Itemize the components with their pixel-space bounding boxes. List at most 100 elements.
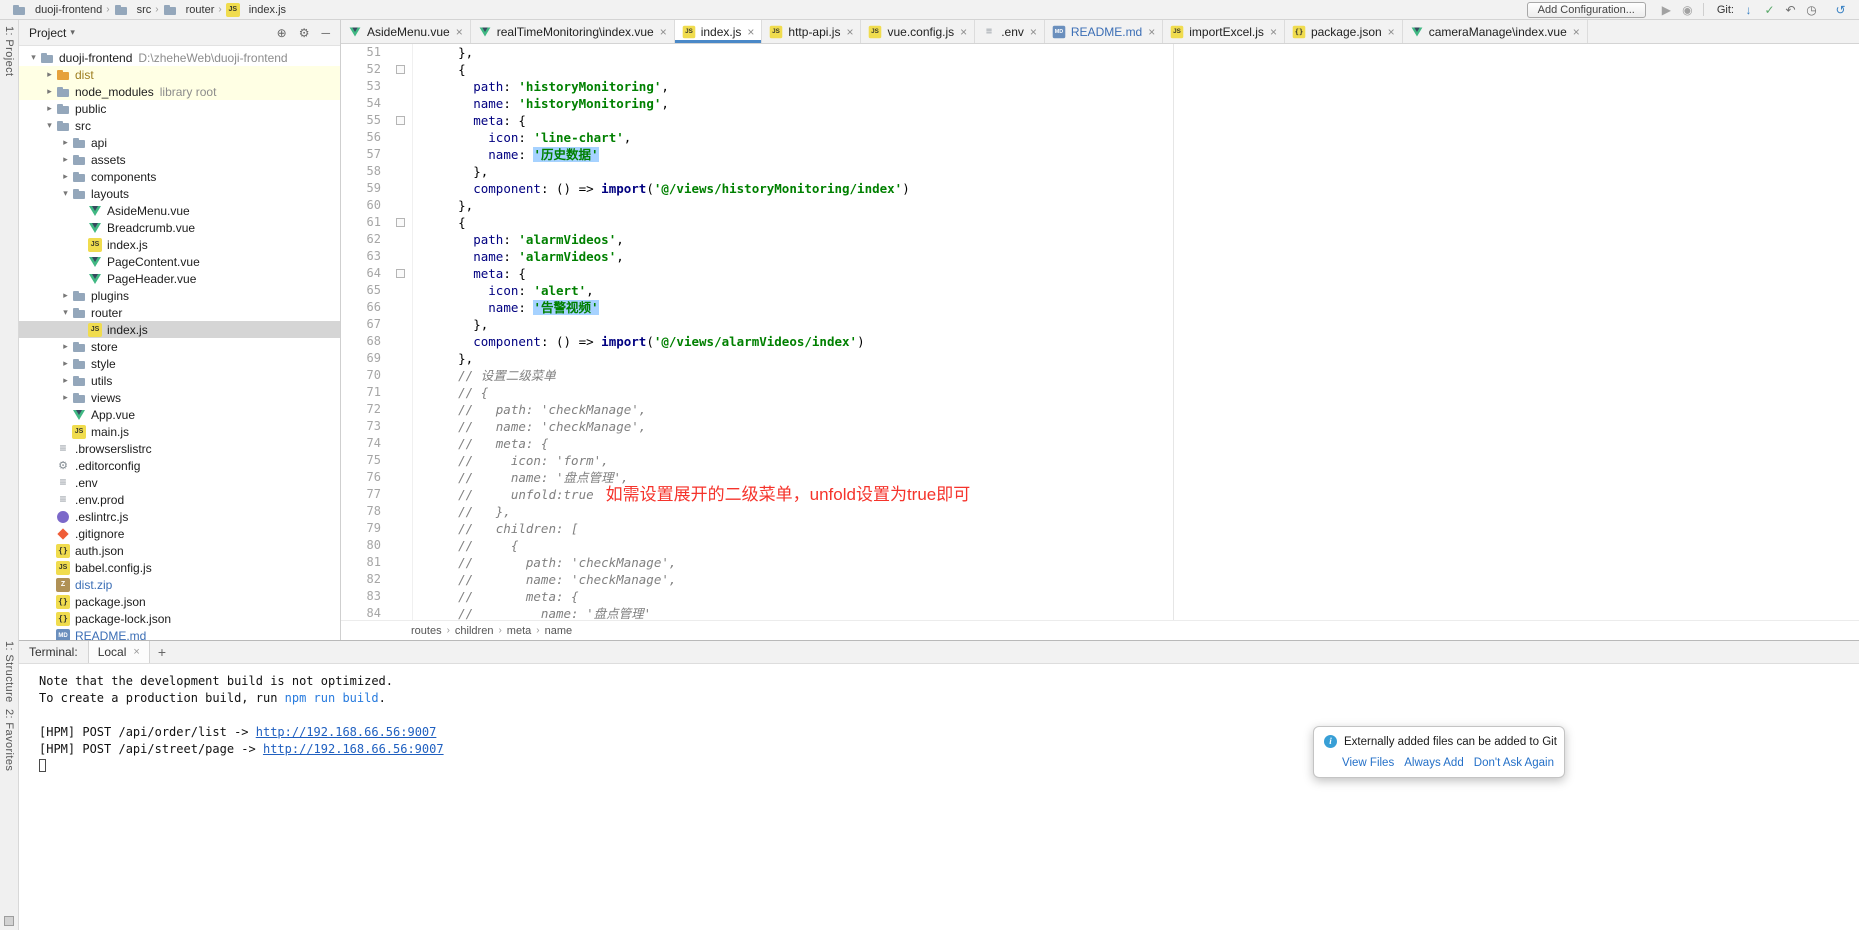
line-number[interactable]: 81 xyxy=(341,554,391,571)
line-number[interactable]: 82 xyxy=(341,571,391,588)
line-number[interactable]: 54 xyxy=(341,95,391,112)
editor-tab[interactable]: AsideMenu.vue× xyxy=(341,20,471,43)
line-number[interactable]: 55 xyxy=(341,112,391,129)
tree-item[interactable]: ▸plugins xyxy=(19,287,340,304)
close-icon[interactable]: × xyxy=(133,646,139,658)
code-text[interactable]: }, xyxy=(413,350,1859,367)
close-icon[interactable]: × xyxy=(1388,25,1395,39)
tree-item[interactable]: .env.prod xyxy=(19,491,340,508)
line-number[interactable]: 77 xyxy=(341,486,391,503)
chevron-down-icon[interactable]: ▾ xyxy=(59,307,72,318)
code-text[interactable]: name: '历史数据' xyxy=(413,146,1859,163)
add-configuration-button[interactable]: Add Configuration... xyxy=(1527,2,1646,18)
breadcrumb-item[interactable]: meta xyxy=(507,625,531,637)
line-number[interactable]: 64 xyxy=(341,265,391,282)
close-icon[interactable]: × xyxy=(747,25,754,39)
chevron-right-icon[interactable]: ▸ xyxy=(59,392,72,403)
git-update-icon[interactable]: ↓ xyxy=(1738,2,1759,18)
tree-item[interactable]: ▸assets xyxy=(19,151,340,168)
code-text[interactable]: meta: { xyxy=(413,265,1859,282)
code-text[interactable]: name: 'historyMonitoring', xyxy=(413,95,1859,112)
hide-panel-icon[interactable]: ─ xyxy=(321,26,330,40)
tree-item[interactable]: main.js xyxy=(19,423,340,440)
close-icon[interactable]: × xyxy=(1030,25,1037,39)
tree-item[interactable]: ▾duoji-frontendD:\zheheWeb\duoji-fronten… xyxy=(19,49,340,66)
code-text[interactable]: name: 'alarmVideos', xyxy=(413,248,1859,265)
code-text[interactable]: path: 'historyMonitoring', xyxy=(413,78,1859,95)
code-text[interactable]: // meta: { xyxy=(413,435,1859,452)
breadcrumb-item[interactable]: children xyxy=(455,625,494,637)
chevron-right-icon[interactable]: ▸ xyxy=(59,290,72,301)
terminal-link[interactable]: http://192.168.66.56:9007 xyxy=(263,742,444,756)
line-number[interactable]: 63 xyxy=(341,248,391,265)
git-rollback-icon[interactable]: ↶ xyxy=(1780,2,1801,18)
code-text[interactable]: }, xyxy=(413,316,1859,333)
chevron-right-icon[interactable]: ▸ xyxy=(43,86,56,97)
close-icon[interactable]: × xyxy=(660,25,667,39)
code-text[interactable]: path: 'alarmVideos', xyxy=(413,231,1859,248)
git-history-icon[interactable]: ◷ xyxy=(1801,2,1822,18)
toolwindow-favorites-button[interactable]: 2: Favorites xyxy=(3,709,15,771)
line-number[interactable]: 67 xyxy=(341,316,391,333)
close-icon[interactable]: × xyxy=(1148,25,1155,39)
view-files-link[interactable]: View Files xyxy=(1342,757,1394,769)
dont-ask-again-link[interactable]: Don't Ask Again xyxy=(1474,757,1554,769)
locate-file-icon[interactable]: ⊕ xyxy=(277,26,287,40)
terminal-tab-local[interactable]: Local × xyxy=(88,641,150,663)
line-number[interactable]: 66 xyxy=(341,299,391,316)
tree-item[interactable]: package-lock.json xyxy=(19,610,340,627)
tree-item[interactable]: .gitignore xyxy=(19,525,340,542)
breadcrumb-item[interactable]: duoji-frontend xyxy=(12,3,102,17)
code-text[interactable]: }, xyxy=(413,44,1859,61)
breadcrumb-item[interactable]: name xyxy=(545,625,573,637)
tree-item[interactable]: ▸style xyxy=(19,355,340,372)
tree-item[interactable]: auth.json xyxy=(19,542,340,559)
code-text[interactable]: icon: 'alert', xyxy=(413,282,1859,299)
editor-tab[interactable]: README.md× xyxy=(1045,20,1163,43)
code-text[interactable]: // name: 'checkManage', xyxy=(413,571,1859,588)
editor-tab[interactable]: http-api.js× xyxy=(762,20,861,43)
line-number[interactable]: 56 xyxy=(341,129,391,146)
toolwindow-switcher-icon[interactable] xyxy=(4,916,14,926)
code-text[interactable]: component: () => import('@/views/history… xyxy=(413,180,1859,197)
toolwindow-project-button[interactable]: 1: Project xyxy=(3,26,15,76)
settings-icon[interactable]: ⚙ xyxy=(299,26,310,40)
debug-icon[interactable]: ◉ xyxy=(1677,2,1698,18)
line-number[interactable]: 58 xyxy=(341,163,391,180)
terminal-output[interactable]: Note that the development build is not o… xyxy=(19,664,1859,930)
editor-tab[interactable]: index.js× xyxy=(675,20,763,43)
project-view-dropdown[interactable]: Project ▾ xyxy=(29,26,75,40)
fold-icon[interactable] xyxy=(396,116,405,125)
sync-icon[interactable]: ↺ xyxy=(1830,2,1851,18)
chevron-right-icon[interactable]: ▸ xyxy=(59,154,72,165)
always-add-link[interactable]: Always Add xyxy=(1404,757,1463,769)
code-text[interactable]: icon: 'line-chart', xyxy=(413,129,1859,146)
editor-tab[interactable]: cameraManage\index.vue× xyxy=(1403,20,1588,43)
chevron-down-icon[interactable]: ▾ xyxy=(27,52,40,63)
tree-item[interactable]: ▸dist xyxy=(19,66,340,83)
line-number[interactable]: 75 xyxy=(341,452,391,469)
chevron-right-icon[interactable]: ▸ xyxy=(43,69,56,80)
close-icon[interactable]: × xyxy=(960,25,967,39)
line-number[interactable]: 72 xyxy=(341,401,391,418)
close-icon[interactable]: × xyxy=(1270,25,1277,39)
terminal-link[interactable]: http://192.168.66.56:9007 xyxy=(256,725,437,739)
code-text[interactable]: }, xyxy=(413,197,1859,214)
new-terminal-icon[interactable]: + xyxy=(150,644,174,660)
line-number[interactable]: 84 xyxy=(341,605,391,620)
code-text[interactable]: // name: 'checkManage', xyxy=(413,418,1859,435)
line-number[interactable]: 65 xyxy=(341,282,391,299)
tree-item[interactable]: AsideMenu.vue xyxy=(19,202,340,219)
chevron-right-icon[interactable]: ▸ xyxy=(43,103,56,114)
code-text[interactable]: // path: 'checkManage', xyxy=(413,554,1859,571)
code-text[interactable]: // }, xyxy=(413,503,1859,520)
tree-item[interactable]: .env xyxy=(19,474,340,491)
code-text[interactable]: // meta: { xyxy=(413,588,1859,605)
line-number[interactable]: 73 xyxy=(341,418,391,435)
tree-item[interactable]: ▸store xyxy=(19,338,340,355)
fold-icon[interactable] xyxy=(396,218,405,227)
line-number[interactable]: 80 xyxy=(341,537,391,554)
code-text[interactable]: // { xyxy=(413,384,1859,401)
editor-tab[interactable]: importExcel.js× xyxy=(1163,20,1285,43)
editor[interactable]: 51 },52 {53 path: 'historyMonitoring',54… xyxy=(341,44,1859,620)
